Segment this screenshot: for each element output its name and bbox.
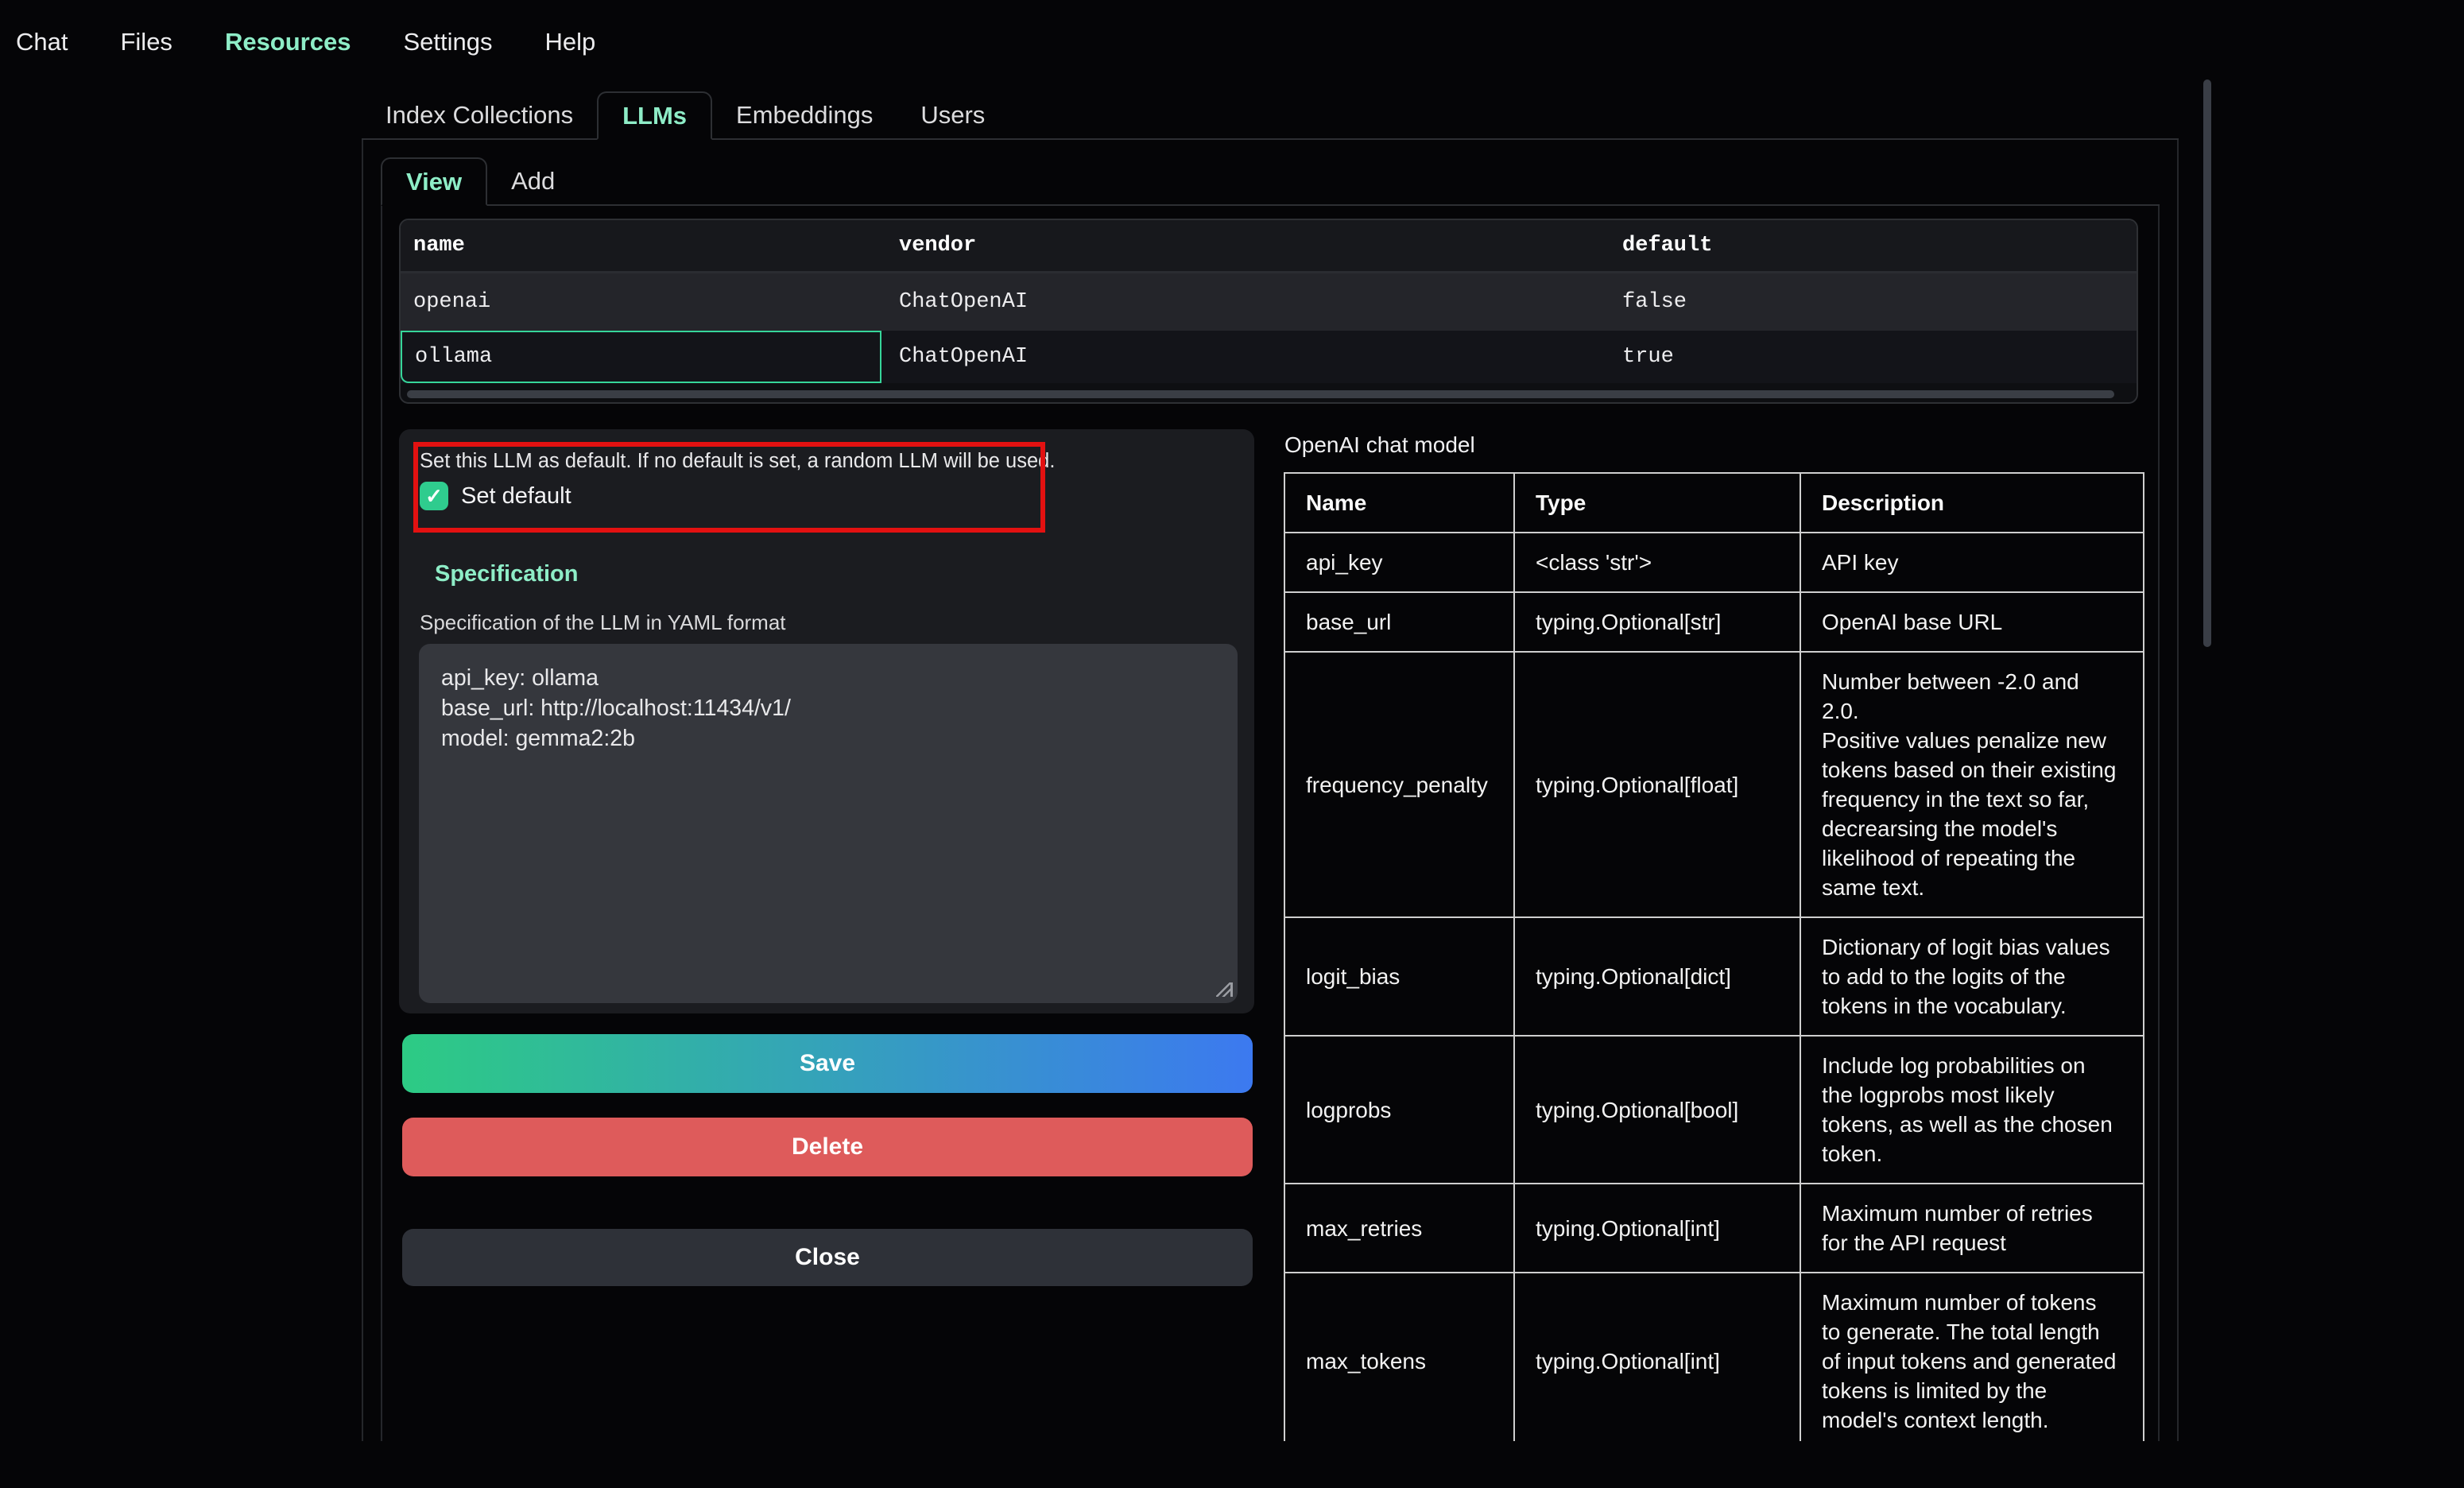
top-nav: Chat Files Resources Settings Help: [0, 0, 2464, 79]
column-header-name[interactable]: name: [401, 220, 881, 271]
param-row-logprobs: logprobs typing.Optional[bool] Include l…: [1284, 1036, 2144, 1184]
model-panel-title: OpenAI chat model: [1284, 432, 1475, 458]
params-header-row: Name Type Description: [1284, 473, 2144, 533]
checkmark-icon: ✓: [425, 486, 443, 506]
specification-heading: Specification: [435, 561, 579, 587]
model-params-table-wrap: Name Type Description api_key <class 'st…: [1284, 472, 2146, 1441]
main-tab-bar: Index Collections LLMs Embeddings Users: [362, 91, 2179, 140]
table-row-ollama[interactable]: ollama ChatOpenAI true: [401, 331, 2137, 383]
tab-embeddings[interactable]: Embeddings: [712, 91, 897, 138]
close-button[interactable]: Close: [402, 1229, 1253, 1286]
cell-openai-vendor[interactable]: ChatOpenAI: [881, 273, 1605, 331]
nav-item-help[interactable]: Help: [544, 24, 595, 60]
nav-item-settings[interactable]: Settings: [403, 24, 492, 60]
table-horizontal-scrollbar[interactable]: [407, 390, 2114, 398]
table-row-openai[interactable]: openai ChatOpenAI false: [401, 273, 2137, 331]
table-horizontal-scrollbar-track: [401, 383, 2137, 402]
llm-detail-card: Set this LLM as default. If no default i…: [399, 429, 1254, 1013]
specification-help-text: Specification of the LLM in YAML format: [420, 610, 786, 635]
llm-list-table: name vendor default openai ChatOpenAI fa…: [399, 219, 2138, 404]
cell-ollama-default[interactable]: true: [1605, 331, 2137, 383]
params-header-name: Name: [1284, 473, 1514, 533]
llm-table-header: name vendor default: [401, 220, 2137, 273]
delete-button[interactable]: Delete: [402, 1118, 1253, 1176]
nav-item-files[interactable]: Files: [120, 24, 172, 60]
subtab-view[interactable]: View: [381, 157, 487, 206]
tab-llms[interactable]: LLMs: [597, 91, 712, 140]
tab-index-collections[interactable]: Index Collections: [362, 91, 597, 138]
subtab-add[interactable]: Add: [487, 157, 579, 204]
vertical-scrollbar[interactable]: [2203, 79, 2211, 647]
param-row-logit-bias: logit_bias typing.Optional[dict] Diction…: [1284, 917, 2144, 1036]
cell-openai-name[interactable]: openai: [401, 273, 881, 331]
cell-ollama-name-selected[interactable]: ollama: [401, 331, 881, 383]
param-row-base-url: base_url typing.Optional[str] OpenAI bas…: [1284, 592, 2144, 652]
nav-item-chat[interactable]: Chat: [16, 24, 68, 60]
cell-ollama-vendor[interactable]: ChatOpenAI: [881, 331, 1605, 383]
params-header-type: Type: [1514, 473, 1800, 533]
specification-textarea[interactable]: api_key: ollama base_url: http://localho…: [419, 644, 1238, 1003]
column-header-default[interactable]: default: [1605, 220, 2137, 271]
param-row-max-tokens: max_tokens typing.Optional[int] Maximum …: [1284, 1273, 2144, 1441]
set-default-help-text: Set this LLM as default. If no default i…: [420, 450, 1055, 473]
cell-openai-default[interactable]: false: [1605, 273, 2137, 331]
nav-item-resources[interactable]: Resources: [225, 24, 351, 60]
model-params-table: Name Type Description api_key <class 'st…: [1284, 472, 2144, 1441]
set-default-checkbox[interactable]: ✓: [420, 482, 448, 510]
set-default-label: Set default: [461, 483, 571, 510]
view-add-tab-bar: View Add: [381, 157, 2160, 206]
param-row-api-key: api_key <class 'str'> API key: [1284, 533, 2144, 592]
params-header-description: Description: [1800, 473, 2144, 533]
save-button[interactable]: Save: [402, 1034, 1253, 1093]
set-default-row: ✓ Set default: [420, 482, 571, 510]
tab-users[interactable]: Users: [897, 91, 1009, 138]
column-header-vendor[interactable]: vendor: [881, 220, 1605, 271]
param-row-max-retries: max_retries typing.Optional[int] Maximum…: [1284, 1184, 2144, 1273]
param-row-frequency-penalty: frequency_penalty typing.Optional[float]…: [1284, 652, 2144, 917]
